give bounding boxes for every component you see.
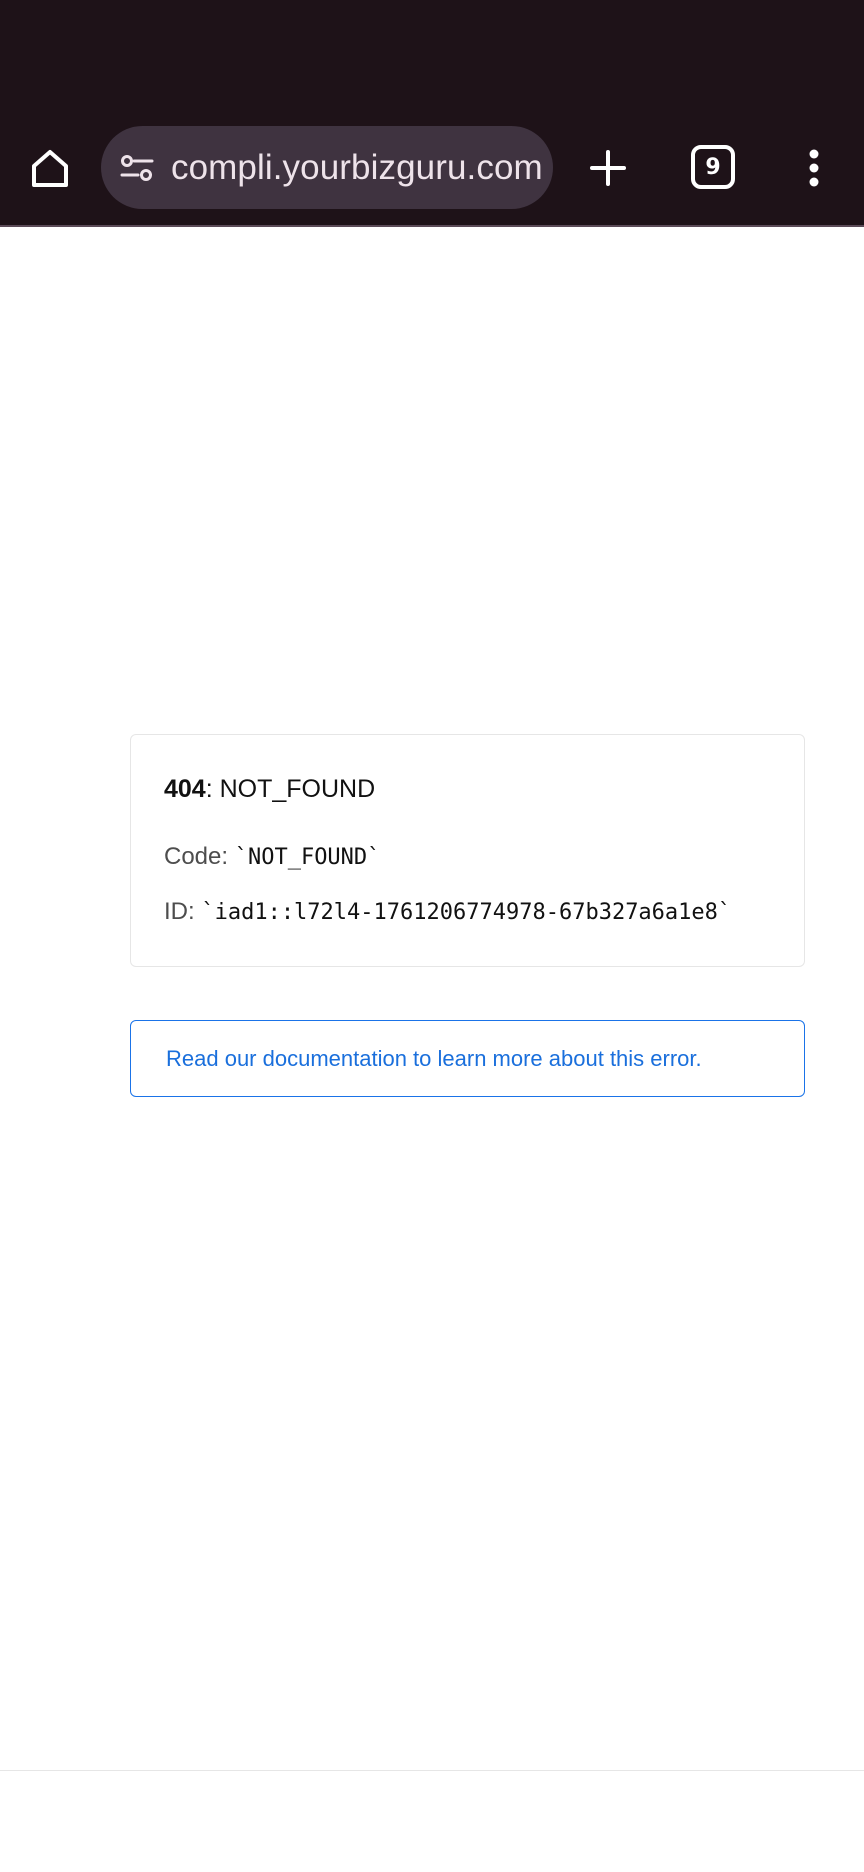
plus-icon: [590, 150, 626, 186]
home-icon: [32, 150, 68, 187]
error-status-text: : NOT_FOUND: [205, 775, 376, 803]
site-info-button[interactable]: [117, 148, 157, 188]
browser-toolbar: compli.yourbizguru.com 9: [0, 0, 864, 227]
error-code-line: Code: `NOT_FOUND`: [164, 843, 380, 871]
tune-icon: [120, 154, 154, 181]
bottom-divider: [0, 1770, 864, 1771]
error-id-value: `iad1::l72l4-1761206774978-67b327a6a1e8`: [201, 900, 732, 925]
menu-button[interactable]: [794, 140, 834, 196]
more-vert-icon: [809, 149, 819, 187]
documentation-link[interactable]: Read our documentation to learn more abo…: [166, 1046, 702, 1072]
tab-switcher-button[interactable]: 9: [691, 145, 735, 189]
error-card: 404: NOT_FOUND Code: `NOT_FOUND` ID: `ia…: [130, 734, 805, 967]
url-text[interactable]: compli.yourbizguru.com: [171, 148, 543, 188]
error-id-line: ID: `iad1::l72l4-1761206774978-67b327a6a…: [164, 898, 731, 926]
address-bar[interactable]: compli.yourbizguru.com: [101, 126, 553, 209]
error-code-value: `NOT_FOUND`: [234, 845, 381, 870]
toolbar-divider: [0, 225, 864, 227]
new-tab-button[interactable]: [580, 140, 636, 196]
error-status-code: 404: [164, 775, 206, 803]
home-button[interactable]: [22, 140, 78, 196]
error-title: 404: NOT_FOUND: [164, 775, 375, 804]
documentation-box: Read our documentation to learn more abo…: [130, 1020, 805, 1097]
error-id-label: ID:: [164, 898, 202, 925]
error-code-label: Code:: [164, 843, 235, 870]
tab-count: 9: [705, 154, 721, 180]
